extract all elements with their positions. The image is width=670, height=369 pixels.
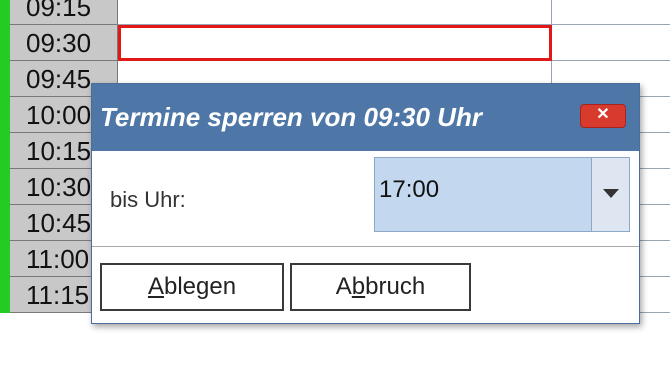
save-button-label: blegen xyxy=(163,273,237,300)
time-slot-secondary[interactable] xyxy=(552,25,670,61)
availability-indicator xyxy=(0,97,10,133)
dropdown-button[interactable] xyxy=(591,158,629,231)
time-label: 09:30 xyxy=(10,25,118,61)
until-time-select[interactable]: 17:00 xyxy=(374,157,630,232)
chevron-down-icon xyxy=(603,189,619,198)
availability-indicator xyxy=(0,277,10,313)
schedule-row[interactable]: 09:30 xyxy=(0,25,670,61)
cancel-button-label-start: A xyxy=(335,273,352,300)
availability-indicator xyxy=(0,169,10,205)
until-time-value: 17:00 xyxy=(379,176,440,203)
block-appointments-dialog: Termine sperren von 09:30 Uhr ✕ bis Uhr:… xyxy=(91,83,640,324)
availability-indicator xyxy=(0,0,10,25)
save-button[interactable]: Ablegen xyxy=(100,263,284,311)
availability-indicator xyxy=(0,205,10,241)
availability-indicator xyxy=(0,61,10,97)
dialog-titlebar[interactable]: Termine sperren von 09:30 Uhr ✕ xyxy=(92,84,639,151)
time-slot-secondary[interactable] xyxy=(552,0,670,25)
close-button[interactable]: ✕ xyxy=(580,104,626,128)
dialog-title: Termine sperren von 09:30 Uhr xyxy=(100,102,482,132)
availability-indicator xyxy=(0,241,10,277)
availability-indicator xyxy=(0,25,10,61)
save-button-mnemonic: A xyxy=(147,273,164,300)
schedule-row[interactable]: 09:15 xyxy=(0,0,670,25)
cancel-button[interactable]: Abbruch xyxy=(290,263,471,311)
availability-indicator xyxy=(0,133,10,169)
until-time-row: bis Uhr: 17:00 xyxy=(92,151,639,247)
time-label: 09:15 xyxy=(10,0,118,25)
cancel-button-mnemonic: b xyxy=(351,273,366,300)
time-slot[interactable] xyxy=(118,0,552,25)
selected-time-slot[interactable] xyxy=(118,25,552,61)
cancel-button-label-end: bruch xyxy=(365,273,426,300)
close-icon: ✕ xyxy=(596,106,610,123)
until-time-label: bis Uhr: xyxy=(110,187,186,212)
